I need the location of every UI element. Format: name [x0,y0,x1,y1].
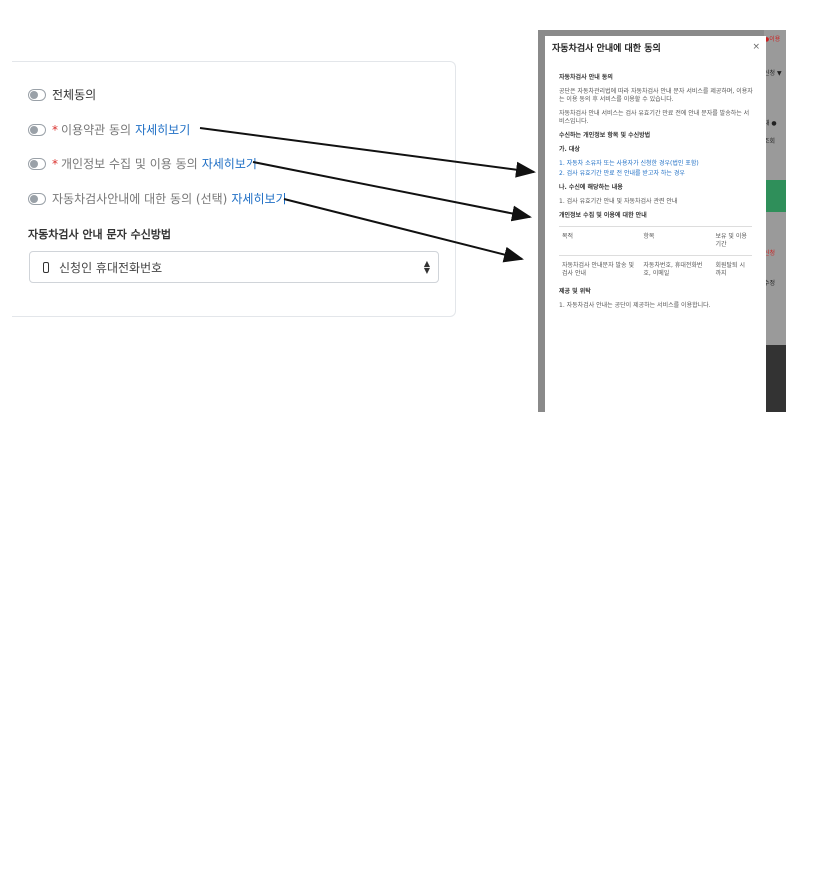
background-text: 조회 [764,138,776,145]
table-cell: 자동차번호, 휴대전화번호, 이메일 [640,255,713,284]
consent-notice-label: 자동차검사안내에 대한 동의 (선택) [52,192,228,206]
table-header: 항목 [640,226,713,256]
background-button [764,180,786,212]
background-text: 신청 ▼ [764,70,782,77]
table-cell: 회원탈퇴 시 까지 [712,255,752,284]
consent-all-label: 전체동의 [52,88,97,102]
sms-method-select[interactable]: 신청인 휴대전화번호 ▲ ▼ [29,251,439,283]
background-text: 수정 [764,280,776,287]
modal-section-heading: 수신하는 개인정보 항목 및 수신방법 [559,132,651,139]
table-cell: 자동차검사 안내문자 발송 및 검사 안내 [559,255,641,284]
consent-terms-row[interactable]: * 이용약관 동의 자세히보기 [28,121,190,138]
modal-section-heading: 개인정보 수집 및 이용에 대한 안내 [559,212,647,219]
background-text: 대 ● [764,120,777,127]
modal-section-heading: 자동차검사 안내 동의 [559,74,613,81]
sms-method-title: 자동차검사 안내 문자 수신방법 [28,228,172,241]
consent-terms-toggle[interactable] [28,123,46,136]
mobile-phone-icon [43,261,49,273]
modal-subheading: 가. 대상 [559,146,580,153]
table-header: 목적 [559,226,641,256]
consent-privacy-row[interactable]: * 개인정보 수집 및 이용 동의 자세히보기 [28,155,257,172]
background-text: 신청 [764,250,776,257]
modal-list-item: 1. 자동차 소유자 또는 사용자가 신청한 경우(법인 포함) [559,160,699,167]
modal-paragraph: 공단은 자동차관리법에 따라 자동차검사 안내 문자 서비스를 제공하며, 이용… [559,88,753,103]
select-caret-icon: ▲ ▼ [423,259,430,275]
modal-title: 자동차검사 안내에 대한 동의 [552,44,661,54]
table-header: 보유 및 이용기간 [712,226,752,256]
modal-paragraph: 1. 검사 유효기간 안내 및 자동차검사 관련 안내 [559,198,678,205]
modal-paragraph: 1. 자동차검사 안내는 공단이 제공하는 서비스를 이용합니다. [559,302,711,309]
modal-list-item: 2. 검사 유효기간 만료 전 안내를 받고자 하는 경우 [559,170,685,177]
terms-detail-link[interactable]: 자세히보기 [135,121,190,138]
consent-notice-toggle[interactable] [28,192,46,205]
consent-all-row[interactable]: 전체동의 [28,86,96,103]
notice-consent-modal: 자동차검사 안내에 대한 동의 × 자동차검사 안내 동의 공단은 자동차관리법… [545,36,766,412]
background-footer [764,345,786,412]
sms-method-value: 신청인 휴대전화번호 [59,260,163,275]
required-mark: * [52,122,58,137]
modal-body: 자동차검사 안내 동의 공단은 자동차관리법에 따라 자동차검사 안내 문자 서… [559,74,754,316]
close-icon[interactable]: × [752,42,760,52]
notice-detail-link[interactable]: 자세히보기 [231,190,286,207]
consent-terms-label: 이용약관 동의 [61,123,132,137]
required-mark: * [52,156,58,171]
modal-subheading: 나. 수신에 해당하는 내용 [559,184,623,191]
privacy-table: 목적 항목 보유 및 이용기간 자동차검사 안내문자 발송 및 검사 안내 자동… [559,226,752,284]
privacy-detail-link[interactable]: 자세히보기 [202,155,257,172]
consent-privacy-toggle[interactable] [28,157,46,170]
modal-paragraph: 자동차검사 안내 서비스는 검사 유효기간 만료 전에 안내 문자를 발송하는 … [559,110,750,125]
modal-section-heading: 제공 및 위탁 [559,288,591,295]
consent-privacy-label: 개인정보 수집 및 이용 동의 [61,157,198,171]
consent-notice-row[interactable]: 자동차검사안내에 대한 동의 (선택) 자세히보기 [28,190,287,207]
background-text: ●이용 [764,36,781,43]
consent-all-toggle[interactable] [28,88,46,101]
